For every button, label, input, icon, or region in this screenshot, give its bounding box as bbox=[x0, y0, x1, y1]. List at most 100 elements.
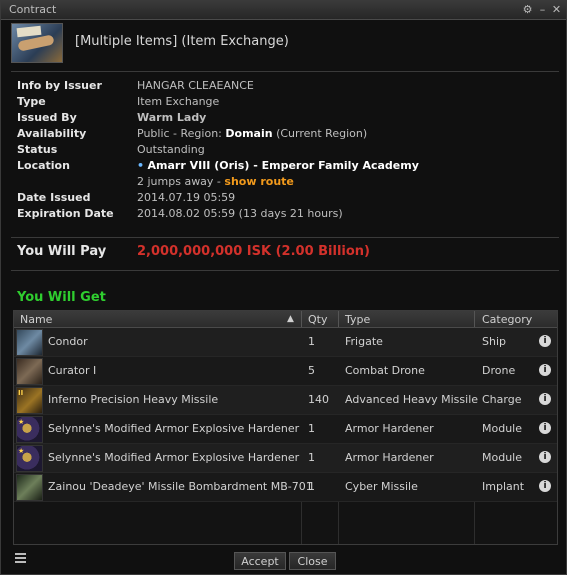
item-type: Combat Drone bbox=[345, 364, 425, 377]
info-row-date-issued: Date Issued 2014.07.19 05:59 bbox=[17, 191, 557, 207]
item-name: Selynne's Modified Armor Explosive Harde… bbox=[48, 451, 300, 464]
table-row[interactable]: Condor 1 Frigate Ship i bbox=[14, 328, 557, 357]
pay-amount: 2,000,000,000 ISK (2.00 Billion) bbox=[137, 244, 370, 259]
column-resize-handle[interactable] bbox=[301, 311, 302, 327]
info-label: Type bbox=[17, 95, 46, 108]
item-qty: 1 bbox=[308, 422, 315, 435]
item-category: Charge bbox=[482, 393, 522, 406]
info-icon[interactable]: i bbox=[539, 364, 551, 376]
item-qty: 1 bbox=[308, 335, 315, 348]
menu-icon[interactable] bbox=[15, 553, 26, 563]
contract-window: Contract ⚙ – ✕ [Multiple Items] (Item Ex… bbox=[0, 0, 567, 575]
pay-label: You Will Pay bbox=[17, 244, 107, 259]
item-name: Inferno Precision Heavy Missile bbox=[48, 393, 219, 406]
item-name: Condor bbox=[48, 335, 88, 348]
table-header: Name ▲ Qty Type Category bbox=[14, 311, 557, 328]
item-type: Advanced Heavy Missile bbox=[345, 393, 479, 406]
item-type: Frigate bbox=[345, 335, 383, 348]
ship-icon bbox=[16, 329, 43, 356]
jumps-text: 2 jumps away - bbox=[137, 175, 225, 188]
info-label: Availability bbox=[17, 127, 87, 140]
column-resize-handle[interactable] bbox=[474, 311, 475, 327]
divider bbox=[11, 71, 559, 72]
info-label: Info by Issuer bbox=[17, 79, 102, 92]
item-qty: 140 bbox=[308, 393, 329, 406]
close-button[interactable]: Close bbox=[289, 552, 336, 570]
item-qty: 5 bbox=[308, 364, 315, 377]
info-value: Public - Region: Domain (Current Region) bbox=[137, 127, 367, 140]
info-value: Item Exchange bbox=[137, 95, 220, 108]
info-row-issued-by: Issued By Warm Lady bbox=[17, 111, 557, 127]
minimize-icon[interactable]: – bbox=[536, 3, 549, 16]
table-row[interactable]: Zainou 'Deadeye' Missile Bombardment MB-… bbox=[14, 473, 557, 502]
title-bar[interactable]: Contract ⚙ – ✕ bbox=[1, 1, 566, 20]
accept-button[interactable]: Accept bbox=[234, 552, 286, 570]
info-label: Expiration Date bbox=[17, 207, 114, 220]
column-header-name[interactable]: Name bbox=[20, 313, 52, 326]
station-link[interactable]: Amarr VIII (Oris) - Emperor Family Acade… bbox=[148, 159, 419, 172]
info-row-availability: Availability Public - Region: Domain (Cu… bbox=[17, 127, 557, 143]
info-icon[interactable]: i bbox=[539, 422, 551, 434]
security-dot-icon: • bbox=[137, 159, 145, 172]
tech-level-badge-icon: II bbox=[18, 389, 24, 397]
settings-icon[interactable]: ⚙ bbox=[521, 3, 534, 16]
missile-icon: II bbox=[16, 387, 43, 414]
column-header-qty[interactable]: Qty bbox=[308, 313, 327, 326]
info-label: Issued By bbox=[17, 111, 77, 124]
table-row[interactable]: ★ Selynne's Modified Armor Explosive Har… bbox=[14, 444, 557, 473]
contract-title: [Multiple Items] (Item Exchange) bbox=[75, 34, 289, 49]
armor-hardener-icon: ★ bbox=[16, 445, 43, 472]
get-label: You Will Get bbox=[17, 290, 106, 305]
info-label: Location bbox=[17, 159, 70, 172]
show-route-link[interactable]: show route bbox=[224, 175, 293, 188]
table-row[interactable]: II Inferno Precision Heavy Missile 140 A… bbox=[14, 386, 557, 415]
item-category: Ship bbox=[482, 335, 506, 348]
info-row-location: Location • Amarr VIII (Oris) - Emperor F… bbox=[17, 159, 557, 175]
table-row[interactable]: ★ Selynne's Modified Armor Explosive Har… bbox=[14, 415, 557, 444]
info-row-expiration: Expiration Date 2014.08.02 05:59 (13 day… bbox=[17, 207, 557, 223]
issuer-name-link[interactable]: Warm Lady bbox=[137, 111, 206, 124]
item-qty: 1 bbox=[308, 451, 315, 464]
table-row[interactable]: Curator I 5 Combat Drone Drone i bbox=[14, 357, 557, 386]
item-name: Curator I bbox=[48, 364, 97, 377]
info-icon[interactable]: i bbox=[539, 335, 551, 347]
column-header-type[interactable]: Type bbox=[345, 313, 370, 326]
close-icon[interactable]: ✕ bbox=[550, 3, 563, 16]
item-name: Zainou 'Deadeye' Missile Bombardment MB-… bbox=[48, 480, 313, 493]
availability-prefix: Public - Region: bbox=[137, 127, 226, 140]
info-row-type: Type Item Exchange bbox=[17, 95, 557, 111]
drone-icon bbox=[16, 358, 43, 385]
item-qty: 1 bbox=[308, 480, 315, 493]
info-row-issuer-info: Info by Issuer HANGAR CLEAEANCE bbox=[17, 79, 557, 95]
item-category: Module bbox=[482, 451, 522, 464]
info-label: Date Issued bbox=[17, 191, 91, 204]
info-icon[interactable]: i bbox=[539, 451, 551, 463]
info-row-route: 2 jumps away - show route bbox=[17, 175, 557, 191]
info-label: Status bbox=[17, 143, 58, 156]
divider bbox=[11, 270, 559, 271]
contract-handshake-icon bbox=[11, 23, 63, 63]
item-category: Drone bbox=[482, 364, 516, 377]
info-icon[interactable]: i bbox=[539, 393, 551, 405]
item-type: Armor Hardener bbox=[345, 451, 434, 464]
region-link[interactable]: Domain bbox=[225, 127, 272, 140]
sort-ascending-icon[interactable]: ▲ bbox=[287, 314, 294, 324]
armor-hardener-icon: ★ bbox=[16, 416, 43, 443]
item-category: Implant bbox=[482, 480, 525, 493]
info-value: 2014.08.02 05:59 (13 days 21 hours) bbox=[137, 207, 343, 220]
implant-icon bbox=[16, 474, 43, 501]
items-table: Name ▲ Qty Type Category Condor 1 Frigat… bbox=[13, 310, 558, 545]
divider bbox=[11, 237, 559, 238]
item-category: Module bbox=[482, 422, 522, 435]
info-value: 2 jumps away - show route bbox=[137, 175, 294, 188]
faction-star-icon: ★ bbox=[18, 418, 25, 426]
info-value: HANGAR CLEAEANCE bbox=[137, 79, 254, 92]
column-resize-handle[interactable] bbox=[338, 311, 339, 327]
item-name: Selynne's Modified Armor Explosive Harde… bbox=[48, 422, 300, 435]
item-type: Armor Hardener bbox=[345, 422, 434, 435]
info-value: Outstanding bbox=[137, 143, 205, 156]
item-type: Cyber Missile bbox=[345, 480, 418, 493]
info-icon[interactable]: i bbox=[539, 480, 551, 492]
column-header-category[interactable]: Category bbox=[482, 313, 532, 326]
faction-star-icon: ★ bbox=[18, 447, 25, 455]
